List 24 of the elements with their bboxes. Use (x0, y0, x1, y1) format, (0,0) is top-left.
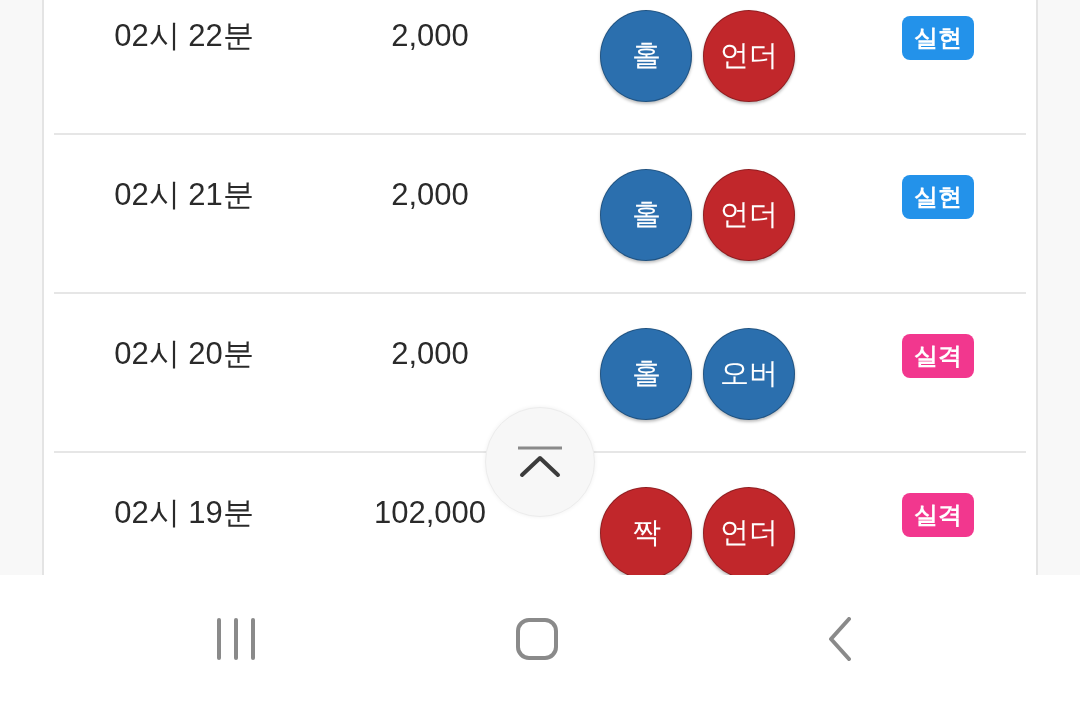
pick-ball: 언더 (703, 487, 795, 575)
amount-text: 2,000 (391, 335, 469, 373)
amount-text: 102,000 (373, 494, 487, 532)
pick-ball: 짝 (600, 487, 692, 575)
status-tag: 실현 (901, 175, 974, 219)
status-tag: 실격 (901, 493, 974, 537)
status-tag: 실격 (901, 334, 974, 378)
pick-ball: 홀 (600, 328, 692, 420)
time-text: 02시 21분 (114, 176, 254, 214)
pick-ball: 홀 (600, 169, 692, 261)
time-text: 02시 19분 (114, 494, 254, 532)
amount-text: 2,000 (391, 176, 469, 214)
pick-ball: 언더 (703, 10, 795, 102)
back-icon[interactable] (828, 616, 852, 661)
time-text: 02시 22분 (114, 17, 254, 55)
amount-text: 2,000 (391, 17, 469, 55)
time-text: 02시 20분 (114, 335, 254, 373)
scroll-top-icon (517, 446, 563, 478)
pick-ball: 오버 (703, 328, 795, 420)
status-tag: 실현 (901, 16, 974, 60)
recents-icon[interactable] (216, 617, 256, 660)
home-icon[interactable] (516, 617, 558, 660)
pick-ball: 홀 (600, 10, 692, 102)
pick-ball: 언더 (703, 169, 795, 261)
